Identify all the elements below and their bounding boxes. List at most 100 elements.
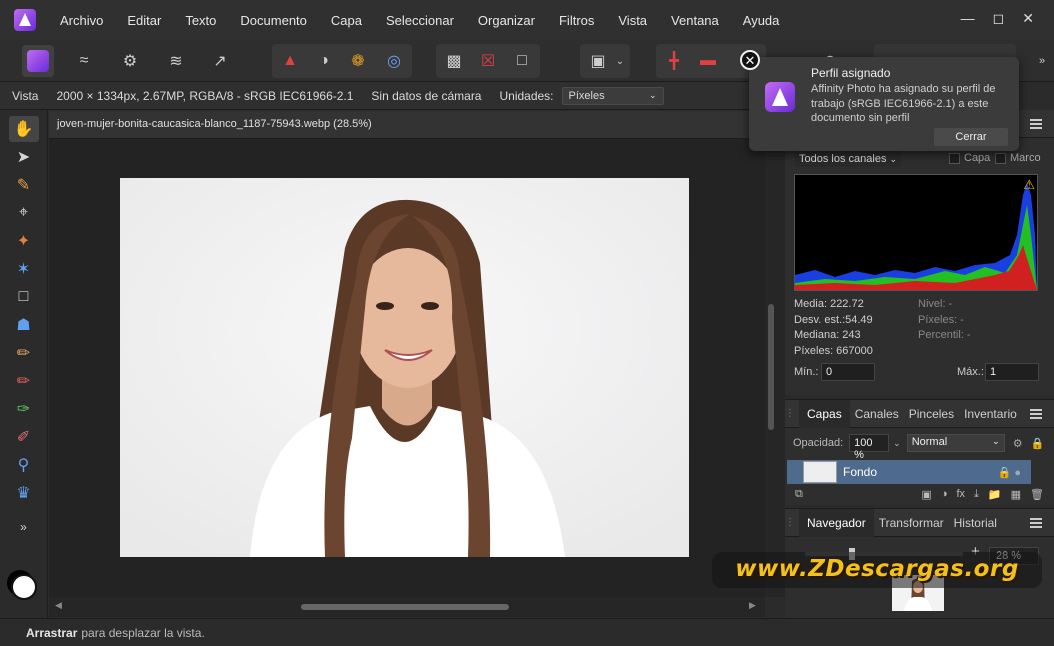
panel-menu-icon[interactable] (1030, 409, 1042, 419)
photo-persona-icon[interactable] (22, 45, 54, 77)
context-label: Vista (12, 88, 39, 103)
color-picker-icon[interactable]: ✎ (9, 172, 39, 198)
layers-stack-icon[interactable]: ⧉ (795, 488, 803, 501)
deselect-icon[interactable]: ☒ (472, 45, 504, 77)
tab-inventario[interactable]: Inventario (959, 407, 1022, 421)
more-tools-icon[interactable]: » (9, 514, 39, 540)
marquee-icon[interactable]: □ (9, 284, 39, 310)
more-icon[interactable]: » (1026, 45, 1054, 77)
close-notification-button[interactable]: Cerrar (934, 128, 1008, 146)
min-input[interactable]: 0 (821, 363, 875, 381)
tab-capas[interactable]: Capas (799, 399, 850, 428)
gear-icon[interactable]: ⚙ (1013, 437, 1023, 450)
selection-brush-icon[interactable]: ✦ (9, 228, 39, 254)
menu-ventana[interactable]: Ventana (659, 13, 731, 28)
fill-icon[interactable]: ☗ (9, 312, 39, 338)
menu-archivo[interactable]: Archivo (48, 13, 115, 28)
force-pixel-alignment-icon[interactable]: ▬ (692, 45, 724, 77)
tab-pinceles[interactable]: Pinceles (904, 407, 959, 421)
adjustment-icon[interactable]: ◑ (941, 488, 948, 500)
select-all-icon[interactable]: ▩ (438, 45, 470, 77)
vertical-scroll-thumb[interactable] (768, 304, 774, 430)
opacity-input[interactable]: 100 % (849, 434, 890, 461)
units-select[interactable]: Píxeles ⌄ (561, 86, 664, 105)
levels-icon[interactable]: ▲ (274, 45, 306, 77)
menu-organizar[interactable]: Organizar (466, 13, 547, 28)
maximize-icon[interactable]: ◻ (993, 10, 1005, 27)
live-filter-icon[interactable]: ⤓ (974, 488, 979, 501)
close-icon[interactable]: ✕ (740, 50, 760, 70)
horizontal-scrollbar[interactable]: ◀ ▶ (49, 597, 765, 617)
min-label: Mín.: (794, 366, 819, 378)
stat-percentile: Percentil: - (918, 329, 971, 341)
lock-icon[interactable]: 🔒 (1031, 437, 1045, 450)
document-tab[interactable]: joven-mujer-bonita-caucasica-blanco_1187… (57, 118, 372, 130)
panel-grip-icon[interactable]: ⋮⋮ (785, 408, 805, 419)
status-action: Arrastrar (26, 625, 78, 640)
chevron-down-icon[interactable]: ⌄ (893, 438, 901, 449)
menu-capa[interactable]: Capa (319, 13, 374, 28)
export-persona-icon[interactable]: ↗ (204, 45, 236, 77)
tab-canales[interactable]: Canales (850, 407, 904, 421)
crop-icon[interactable]: ⌖ (9, 200, 39, 226)
fx-icon[interactable]: fx (956, 488, 965, 500)
layers-panel: ⋮⋮ Capas Canales Pinceles Inventario Opa… (785, 399, 1054, 505)
invert-selection-icon[interactable]: □ (506, 45, 538, 77)
warning-icon: ⚠ (1023, 177, 1035, 192)
auto-colors-icon[interactable]: ❁ (342, 45, 374, 77)
group-icon[interactable]: 📁 (988, 488, 1002, 501)
menu-seleccionar[interactable]: Seleccionar (374, 13, 466, 28)
panel-grip-icon[interactable]: ⋮⋮ (785, 517, 805, 528)
tab-navegador[interactable]: Navegador (799, 508, 874, 537)
snapping-icon[interactable]: ╋ (658, 45, 690, 77)
develop-persona-icon[interactable]: ⚙ (114, 45, 146, 77)
menu-filtros[interactable]: Filtros (547, 13, 606, 28)
scroll-left-icon[interactable]: ◀ (55, 600, 62, 611)
auto-white-balance-icon[interactable]: ◎ (378, 45, 410, 77)
menu-editar[interactable]: Editar (115, 13, 173, 28)
layer-lock-icon[interactable]: 🔒 ● (998, 466, 1021, 479)
frame-checkbox[interactable]: Marco (995, 152, 1041, 164)
menu-vista[interactable]: Vista (606, 13, 659, 28)
menu-documento[interactable]: Documento (228, 13, 318, 28)
tools-sidebar: ✋ ➤ ✎ ⌖ ✦ ✶ □ ☗ ✏ ✏ ✑ ✐ ⚲ ♛ » (0, 110, 48, 618)
chevron-down-icon[interactable]: ⌄ (612, 45, 628, 77)
clone-icon[interactable]: ✑ (9, 396, 39, 422)
move-icon[interactable]: ➤ (9, 144, 39, 170)
blend-mode-select[interactable]: Normal ⌄ (906, 434, 1005, 452)
liquify-persona-icon[interactable]: ≈ (68, 45, 100, 77)
vertical-scrollbar[interactable] (765, 139, 785, 597)
auto-contrast-icon[interactable]: ◑ (308, 45, 340, 77)
mask-icon[interactable]: ▣ (921, 488, 931, 501)
paint-brush-icon[interactable]: ✏ (9, 340, 39, 366)
zoom-icon[interactable]: ⚲ (9, 452, 39, 478)
add-pixel-layer-icon[interactable]: ▦ (1011, 488, 1021, 501)
minimize-icon[interactable]: — (961, 10, 975, 27)
canvas-area[interactable] (49, 139, 765, 597)
close-window-icon[interactable]: ✕ (1022, 10, 1034, 27)
color-well[interactable] (11, 574, 37, 600)
layer-checkbox-label: Capa (964, 152, 991, 164)
horizontal-scroll-thumb[interactable] (301, 604, 509, 610)
watermark-text: www.ZDescargas.org (735, 556, 1019, 582)
panel-menu-icon[interactable] (1030, 119, 1042, 129)
scroll-right-icon[interactable]: ▶ (749, 600, 756, 611)
healing-icon[interactable]: ✐ (9, 424, 39, 450)
max-input[interactable]: 1 (985, 363, 1039, 381)
menu-ayuda[interactable]: Ayuda (731, 13, 792, 28)
hand-icon[interactable]: ✋ (8, 116, 39, 142)
layer-checkbox[interactable]: Capa (949, 152, 990, 164)
paint-brush-alt-icon[interactable]: ✏ (9, 368, 39, 394)
tone-mapping-persona-icon[interactable]: ≋ (160, 45, 192, 77)
panel-menu-icon[interactable] (1030, 518, 1042, 528)
tab-transformar[interactable]: Transformar (874, 516, 949, 530)
layers-tabs: ⋮⋮ Capas Canales Pinceles Inventario (785, 399, 1054, 428)
quick-mask-icon[interactable]: ▣ (582, 45, 614, 77)
menu-texto[interactable]: Texto (173, 13, 228, 28)
flood-select-icon[interactable]: ✶ (9, 256, 39, 282)
tab-historial[interactable]: Historial (949, 516, 1002, 530)
channels-select[interactable]: Todos los canales ⌄ (795, 151, 902, 167)
stamp-icon[interactable]: ♛ (9, 480, 39, 506)
delete-layer-icon[interactable]: 🗑 (1030, 488, 1044, 501)
layer-row-fondo[interactable]: Fondo 🔒 ● (787, 460, 1031, 484)
